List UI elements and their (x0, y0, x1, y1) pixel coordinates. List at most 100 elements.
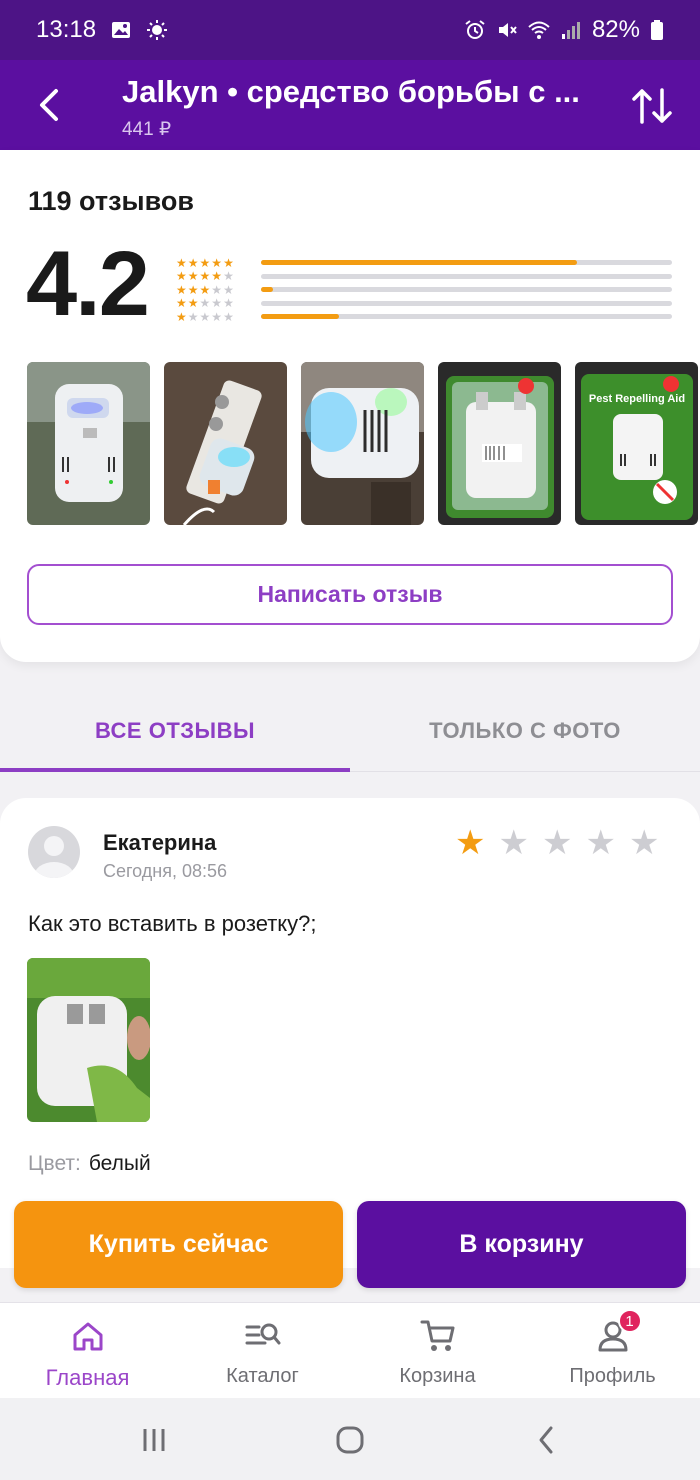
star-icon: ★ (211, 282, 223, 297)
review-author: Екатерина (103, 830, 217, 855)
nav-profile[interactable]: 1 Профиль (525, 1303, 700, 1399)
battery-icon (651, 20, 663, 40)
rating-row-3: ★ ★ ★ ★ ★ (176, 283, 676, 297)
buy-now-button[interactable]: Купить сейчас (14, 1201, 343, 1288)
review-attribute: Цвет: белый (28, 1152, 151, 1176)
star-icon: ★ (211, 309, 223, 324)
review-photos-strip: Pest Repelling Aid (27, 362, 698, 525)
star-icon: ★ (187, 255, 199, 270)
nav-catalog[interactable]: Каталог (175, 1303, 350, 1399)
star-icon: ★ (199, 269, 211, 284)
alarm-icon (465, 20, 485, 39)
rating-row-stars: ★ ★ ★ ★ ★ (176, 284, 248, 296)
arrow-left-icon (40, 89, 58, 121)
home-icon (73, 1322, 102, 1351)
app-header: Jalkyn • средство борьбы с ... 441 ₽ (0, 60, 700, 150)
active-tab-indicator (0, 768, 350, 772)
user-placeholder-icon (34, 836, 74, 878)
star-icon: ★ (223, 296, 234, 311)
star-icon: ★ (223, 255, 234, 270)
nav-cart[interactable]: Корзина (350, 1303, 525, 1399)
nav-catalog-label: Каталог (226, 1365, 299, 1387)
star-icon: ★ (223, 282, 234, 297)
review-attached-photo[interactable] (27, 958, 150, 1122)
rating-row-stars: ★ ★ ★ ★ ★ (176, 311, 248, 323)
star-icon: ★ (176, 296, 187, 311)
star-icon: ★ (199, 309, 211, 324)
rating-bar-track (261, 287, 672, 293)
star-icon: ★ (628, 824, 660, 862)
star-icon: ★ (187, 282, 199, 297)
recent-apps-icon (143, 1429, 165, 1451)
home-system-button[interactable] (330, 1420, 370, 1460)
star-icon: ★ (211, 269, 223, 284)
review-photo-1[interactable] (27, 362, 150, 525)
pest-repelling-label: Pest Repelling Aid (589, 393, 685, 405)
nav-cart-label: Корзина (399, 1365, 476, 1387)
rating-distribution: ★ ★ ★ ★ ★ ★ ★ ★ ★ ★ ★ ★ ★ ★ ★ ★ ★ ★ ★ ★ ★ ★ ★ ★ ★ (176, 256, 676, 324)
average-rating: 4.2 (26, 233, 150, 335)
rating-bar-track (261, 273, 672, 279)
star-icon: ★ (223, 269, 234, 284)
star-icon: ★ (211, 296, 223, 311)
nav-home[interactable]: Главная (0, 1303, 175, 1399)
rating-row-stars: ★ ★ ★ ★ ★ (176, 270, 248, 282)
star-icon: ★ (176, 269, 187, 284)
sort-button[interactable] (626, 80, 678, 132)
status-time: 13:18 (36, 16, 97, 43)
bottom-navigation: Главная Каталог Корзина 1 Профиль (0, 1302, 700, 1398)
review-photo-2[interactable] (164, 362, 287, 525)
star-icon: ★ (199, 282, 211, 297)
rating-summary-card: 119 отзывов 4.2 ★ ★ ★ ★ ★ ★ ★ ★ ★ ★ ★ ★ ★ ★ ★ ★ ★ ★ ★ ★ ★ ★ ★ ★… (0, 150, 700, 662)
rating-bar-track (261, 300, 672, 306)
back-button[interactable] (26, 82, 72, 128)
review-text: Как это вставить в розетку?; (28, 911, 317, 936)
star-icon: ★ (455, 824, 486, 862)
nav-home-label: Главная (45, 1365, 130, 1390)
gallery-notification-icon (112, 22, 131, 38)
profile-notification-badge: 1 (617, 1309, 642, 1333)
review-date: Сегодня, 08:56 (103, 861, 228, 881)
rating-bar-fill (261, 260, 578, 266)
reviews-count: 119 отзывов (28, 186, 194, 216)
rating-row-4: ★ ★ ★ ★ ★ (176, 270, 676, 284)
add-to-cart-button[interactable]: В корзину (357, 1201, 686, 1288)
system-back-button[interactable] (526, 1420, 566, 1460)
review-rating-stars: ★ ★ ★ ★ ★ (455, 826, 659, 860)
rating-row-5: ★ ★ ★ ★ ★ (176, 256, 676, 270)
star-icon: ★ (176, 309, 187, 324)
review-photo-4[interactable] (438, 362, 561, 525)
rating-row-2: ★ ★ ★ ★ ★ (176, 297, 676, 311)
cart-icon (420, 1320, 454, 1351)
wifi-icon (528, 21, 550, 39)
recent-apps-button[interactable] (134, 1420, 174, 1460)
review-photo-3[interactable] (301, 362, 424, 525)
star-icon: ★ (541, 824, 573, 862)
signal-icon (561, 22, 580, 39)
nav-profile-label: Профиль (569, 1365, 656, 1387)
star-icon: ★ (199, 296, 211, 311)
star-icon: ★ (211, 255, 223, 270)
review-photo-5[interactable]: Pest Repelling Aid (575, 362, 698, 525)
color-attribute-value: белый (88, 1152, 151, 1175)
catalog-search-icon (245, 1323, 280, 1345)
system-navigation-bar (0, 1398, 700, 1480)
star-icon: ★ (187, 296, 199, 311)
star-icon: ★ (199, 255, 211, 270)
review-card: Екатерина Сегодня, 08:56 ★ ★ ★ ★ ★ Как это в… (0, 798, 700, 1268)
review-tabs: ВСЕ ОТЗЫВЫ ТОЛЬКО С ФОТО (0, 692, 700, 772)
rating-bar-fill (261, 314, 340, 320)
tab-photo-only[interactable]: ТОЛЬКО С ФОТО (350, 692, 700, 770)
mute-icon (498, 23, 517, 37)
rating-bar-track (261, 314, 672, 320)
rating-row-1: ★ ★ ★ ★ ★ (176, 310, 676, 324)
product-title: Jalkyn • средство борьбы с ... (122, 74, 580, 109)
star-icon: ★ (498, 824, 529, 862)
color-attribute-label: Цвет: (28, 1152, 81, 1175)
battery-percent: 82% (591, 16, 640, 43)
tab-all-reviews[interactable]: ВСЕ ОТЗЫВЫ (0, 692, 350, 770)
star-icon: ★ (176, 255, 187, 270)
write-review-button[interactable]: Написать отзыв (27, 564, 673, 625)
star-icon: ★ (187, 269, 199, 284)
rating-row-stars: ★ ★ ★ ★ ★ (176, 297, 248, 309)
